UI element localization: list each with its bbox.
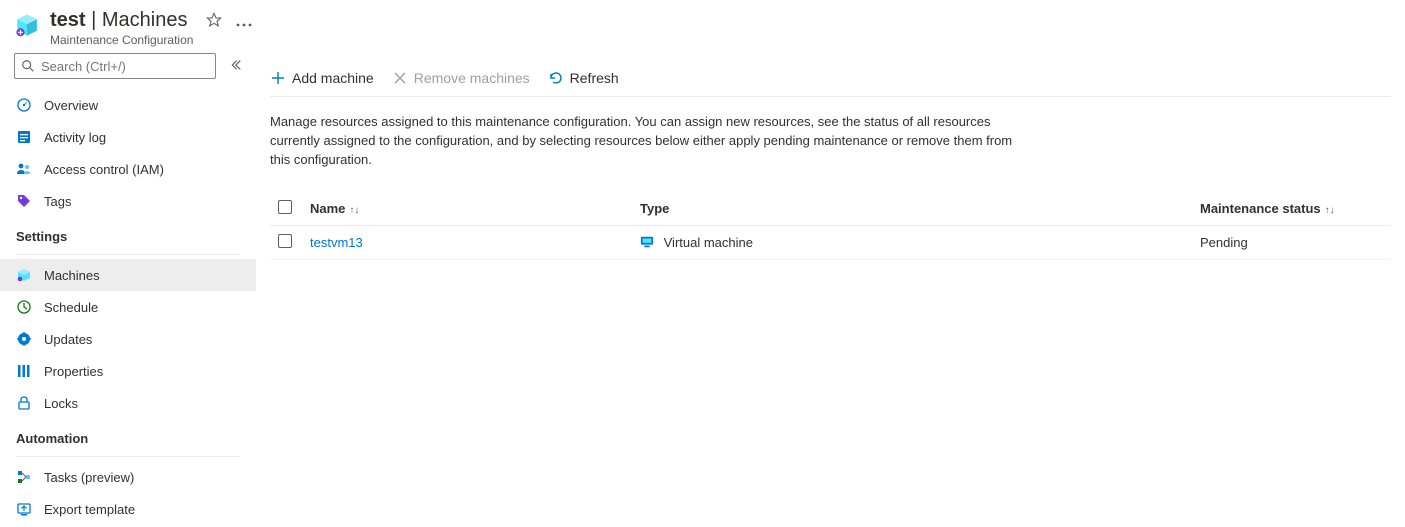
search-icon <box>21 59 35 73</box>
sidebar-item-label: Activity log <box>44 130 106 145</box>
machines-icon <box>16 267 32 283</box>
main-content: Add machine Remove machines Refresh Mana… <box>256 53 1405 525</box>
more-actions-icon[interactable] <box>236 14 252 32</box>
sidebar-item-label: Properties <box>44 364 103 379</box>
tags-icon <box>16 193 32 209</box>
sidebar-item-properties[interactable]: Properties <box>0 355 256 387</box>
column-header-status[interactable]: Maintenance status↑↓ <box>1192 192 1391 226</box>
toolbar-label: Refresh <box>570 70 619 86</box>
cell-status: Pending <box>1200 235 1248 250</box>
column-header-type[interactable]: Type <box>632 192 1192 226</box>
sidebar-item-locks[interactable]: Locks <box>0 387 256 419</box>
refresh-button[interactable]: Refresh <box>548 70 619 86</box>
sidebar-item-label: Updates <box>44 332 92 347</box>
access-control-icon <box>16 161 32 177</box>
page-header: test | Machines Maintenance Configuratio… <box>0 0 1405 53</box>
sidebar-item-label: Access control (IAM) <box>44 162 164 177</box>
sidebar-item-label: Tags <box>44 194 71 209</box>
sidebar-item-label: Machines <box>44 268 100 283</box>
sidebar-item-schedule[interactable]: Schedule <box>0 291 256 323</box>
plus-icon <box>270 70 286 86</box>
sidebar: Overview Activity log Access control (IA… <box>0 53 256 525</box>
sidebar-item-label: Tasks (preview) <box>44 470 134 485</box>
locks-icon <box>16 395 32 411</box>
select-all-checkbox[interactable] <box>278 200 292 214</box>
refresh-icon <box>548 70 564 86</box>
sidebar-item-tasks[interactable]: Tasks (preview) <box>0 461 256 493</box>
sidebar-item-machines[interactable]: Machines <box>0 259 256 291</box>
cell-type: Virtual machine <box>664 235 753 250</box>
collapse-sidebar-icon[interactable] <box>228 58 242 75</box>
machines-table: Name↑↓ Type Maintenance status↑↓ testvm1… <box>270 192 1391 260</box>
page-subtitle: Maintenance Configuration <box>50 33 252 47</box>
favorite-star-icon[interactable] <box>206 12 222 33</box>
resource-link[interactable]: testvm13 <box>310 235 363 250</box>
sidebar-item-export-template[interactable]: Export template <box>0 493 256 525</box>
properties-icon <box>16 363 32 379</box>
add-machine-button[interactable]: Add machine <box>270 70 374 86</box>
overview-icon <box>16 97 32 113</box>
activity-log-icon <box>16 129 32 145</box>
sidebar-item-label: Overview <box>44 98 98 113</box>
updates-icon <box>16 331 32 347</box>
sidebar-item-activity-log[interactable]: Activity log <box>0 121 256 153</box>
x-icon <box>392 70 408 86</box>
sort-icon: ↑↓ <box>1325 205 1335 216</box>
sidebar-item-updates[interactable]: Updates <box>0 323 256 355</box>
sidebar-item-label: Locks <box>44 396 78 411</box>
table-row[interactable]: testvm13 Virtual machine Pending <box>270 225 1391 259</box>
page-title: test | Machines <box>50 9 188 32</box>
sidebar-section-automation: Automation <box>0 419 256 452</box>
search-input[interactable] <box>39 58 209 75</box>
row-checkbox[interactable] <box>278 234 292 248</box>
divider <box>16 456 240 457</box>
remove-machines-button[interactable]: Remove machines <box>392 70 530 86</box>
sidebar-section-settings: Settings <box>0 217 256 250</box>
toolbar-label: Add machine <box>292 70 374 86</box>
virtual-machine-icon <box>640 235 654 249</box>
schedule-icon <box>16 299 32 315</box>
sort-icon: ↑↓ <box>349 205 359 216</box>
tasks-icon <box>16 469 32 485</box>
sidebar-item-label: Schedule <box>44 300 98 315</box>
column-header-name[interactable]: Name↑↓ <box>302 192 632 226</box>
sidebar-item-label: Export template <box>44 502 135 517</box>
toolbar: Add machine Remove machines Refresh <box>270 53 1391 97</box>
resource-icon <box>14 12 40 38</box>
sidebar-item-overview[interactable]: Overview <box>0 89 256 121</box>
sidebar-item-access-control[interactable]: Access control (IAM) <box>0 153 256 185</box>
sidebar-item-tags[interactable]: Tags <box>0 185 256 217</box>
sidebar-search-box[interactable] <box>14 53 216 79</box>
divider <box>16 254 240 255</box>
toolbar-label: Remove machines <box>414 70 530 86</box>
description-text: Manage resources assigned to this mainte… <box>270 113 1030 170</box>
export-template-icon <box>16 501 32 517</box>
